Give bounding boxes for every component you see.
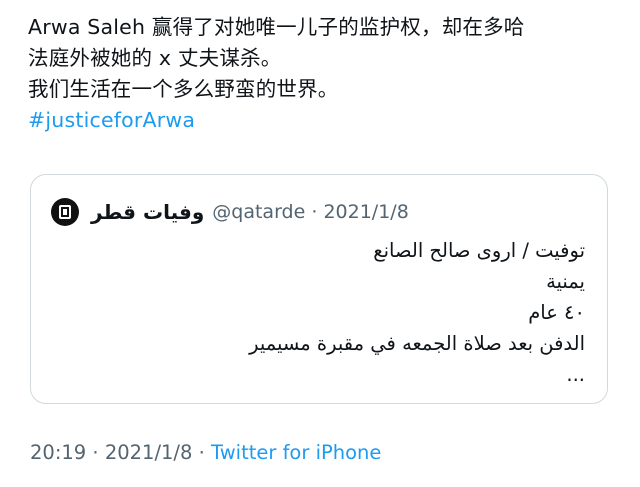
quoted-text-line: ...: [566, 363, 585, 386]
quoted-tweet-card[interactable]: وفيات قطر @qatarde · 2021/1/8 توفيت / ار…: [30, 174, 608, 404]
tweet-text-line: 法庭外被她的 x 丈夫谋杀。: [28, 46, 282, 70]
tweet-time[interactable]: 20:19: [30, 441, 86, 464]
qatar-obituaries-logo-icon: [59, 205, 71, 219]
separator-dot: ·: [92, 441, 99, 464]
quoted-text-line: ٤٠ عام: [528, 301, 585, 324]
tweet-text-line: 我们生活在一个多么野蛮的世界。: [28, 77, 339, 101]
separator-dot: ·: [311, 201, 318, 223]
tweet-source-link[interactable]: Twitter for iPhone: [211, 441, 381, 464]
quoted-author-handle[interactable]: @qatarde: [212, 201, 305, 223]
tweet-text-line: Arwa Saleh 赢得了对她唯一儿子的监护权，却在多哈: [28, 15, 525, 39]
quoted-author-meta: @qatarde · 2021/1/8: [212, 201, 409, 223]
separator-dot: ·: [198, 441, 205, 464]
avatar[interactable]: [51, 198, 79, 226]
tweet-footer: 20:19 · 2021/1/8 · Twitter for iPhone: [30, 441, 381, 464]
quoted-tweet-header: وفيات قطر @qatarde · 2021/1/8: [51, 197, 593, 227]
tweet: Arwa Saleh 赢得了对她唯一儿子的监护权，却在多哈 法庭外被她的 x 丈…: [0, 0, 640, 487]
hashtag-link[interactable]: #justiceforArwa: [28, 105, 628, 136]
quoted-author-name[interactable]: وفيات قطر: [91, 200, 204, 224]
quoted-tweet-date[interactable]: 2021/1/8: [323, 201, 408, 223]
quoted-text-line: الدفن بعد صلاة الجمعه في مقبرة مسيمير: [249, 332, 585, 355]
quoted-tweet-text: توفيت / اروى صالح الصانع يمنية ٤٠ عام ال…: [51, 235, 585, 390]
tweet-date[interactable]: 2021/1/8: [105, 441, 193, 464]
quoted-text-line: يمنية: [546, 270, 585, 293]
tweet-text: Arwa Saleh 赢得了对她唯一儿子的监护权，却在多哈 法庭外被她的 x 丈…: [28, 12, 628, 136]
quoted-text-line: توفيت / اروى صالح الصانع: [373, 239, 585, 262]
